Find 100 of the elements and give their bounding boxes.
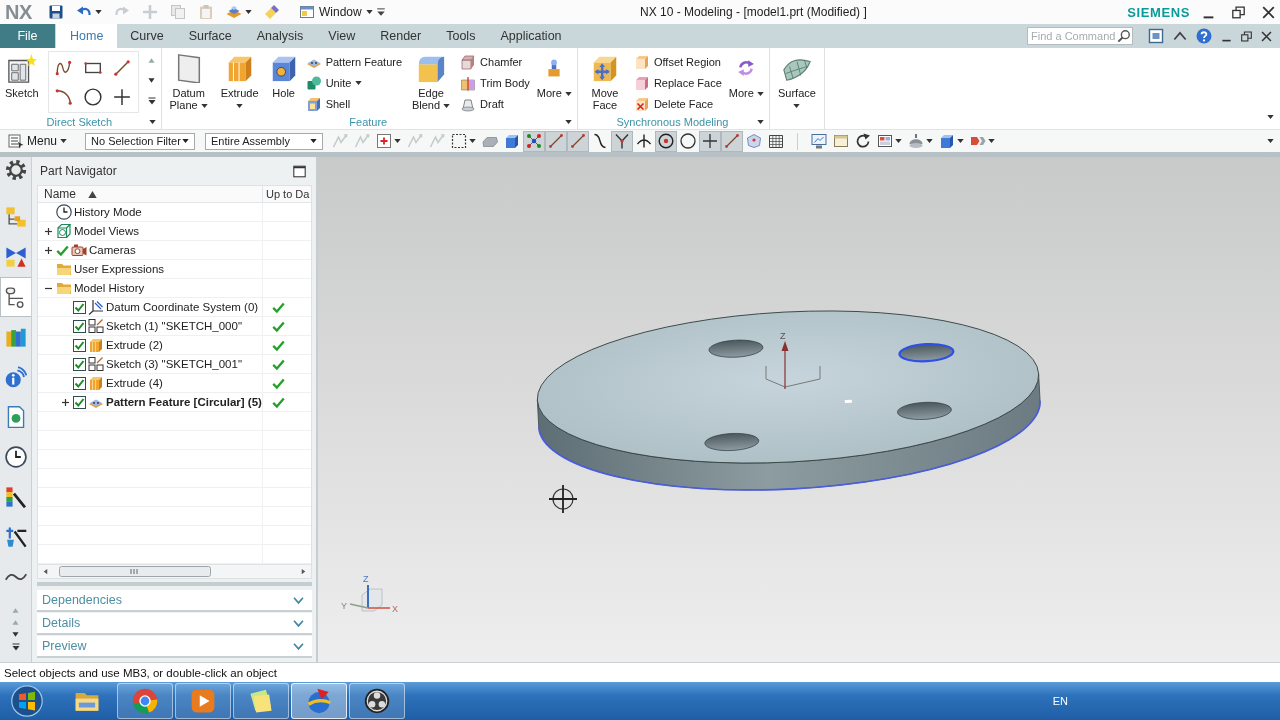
scroll-left-icon[interactable] (42, 568, 49, 575)
toolbar-button[interactable] (523, 130, 546, 152)
ribbon-button[interactable]: Chamfer (458, 52, 532, 72)
caret-icon[interactable] (1267, 139, 1274, 143)
window-icon[interactable] (1148, 28, 1164, 44)
scrollbar-thumb[interactable] (59, 566, 211, 577)
branch-icon (614, 133, 631, 149)
assembly-scope-dropdown[interactable]: Entire Assembly (205, 132, 324, 150)
checkbox[interactable] (73, 357, 86, 371)
ribbon-button[interactable]: Datum Plane (164, 51, 213, 111)
restore-icon[interactable] (1232, 5, 1245, 19)
collapsible-section[interactable]: Dependencies (37, 590, 312, 612)
resource-tab[interactable] (0, 277, 31, 317)
ribbon-button[interactable]: Hole (266, 51, 301, 99)
ribbon-button[interactable]: Extrude (215, 51, 264, 111)
restore-icon[interactable] (1241, 30, 1252, 42)
ribbon-button[interactable]: Shell (303, 94, 405, 114)
checkbox[interactable] (73, 300, 86, 314)
ribbon-button[interactable]: More (534, 51, 574, 99)
toolbar-button[interactable] (655, 130, 678, 152)
line-icon (548, 133, 565, 149)
selection-filter-dropdown[interactable]: No Selection Filter (85, 132, 196, 150)
ribbon-tab[interactable]: Curve (118, 24, 176, 48)
checkbox[interactable] (73, 376, 86, 390)
expand-icon[interactable] (44, 245, 53, 255)
panel-icon (833, 133, 850, 149)
window-menu[interactable]: Window (296, 1, 376, 23)
file-menu-button[interactable]: File (0, 24, 55, 48)
caret-icon[interactable] (756, 119, 764, 124)
tree-item[interactable]: History Mode (74, 206, 142, 218)
ribbon-button[interactable]: Unite (303, 73, 405, 93)
ribbon-button[interactable]: Edge Blend (407, 51, 456, 111)
ribbon-tab[interactable]: Home (56, 24, 118, 48)
collapsible-section[interactable]: Details (37, 613, 312, 635)
taskbar-button[interactable] (349, 683, 405, 719)
ribbon-button[interactable]: Replace Face (631, 73, 724, 93)
maximize-icon[interactable] (293, 164, 306, 178)
play-icon (190, 688, 216, 714)
caret-icon[interactable] (148, 77, 156, 84)
caret-icon[interactable] (564, 119, 572, 124)
checkbox[interactable] (73, 319, 86, 333)
column-header[interactable]: Name (44, 187, 76, 201)
caret-icon[interactable] (12, 631, 19, 638)
ribbon-tab[interactable]: Tools (434, 24, 488, 48)
ribbon-button[interactable]: Trim Body (458, 73, 532, 93)
scroll-right-icon[interactable] (300, 568, 307, 575)
close-icon[interactable] (1262, 5, 1275, 19)
expand-gallery-icon[interactable] (11, 643, 20, 651)
ribbon-button[interactable]: Pattern Feature (303, 52, 405, 72)
checkbox[interactable] (73, 395, 86, 409)
ribbon-tab[interactable]: Analysis (244, 24, 316, 48)
expand-icon[interactable] (61, 397, 70, 407)
tree-item[interactable]: Model Views (74, 225, 139, 237)
line-icon (570, 133, 587, 149)
ribbon-button[interactable]: Delete Face (631, 94, 724, 114)
ribbon-button[interactable]: Offset Region (631, 52, 724, 72)
circle-icon[interactable] (84, 87, 103, 106)
axis-label: Z (363, 574, 369, 584)
checkbox[interactable] (73, 338, 86, 352)
toolbar-button[interactable] (699, 130, 722, 152)
tree-item[interactable]: Extrude (4) (106, 377, 163, 389)
start-orb-icon (11, 685, 43, 717)
chevron-up-icon[interactable] (1173, 29, 1187, 43)
tree-item[interactable]: Extrude (2) (106, 339, 163, 351)
axis-label: Y (341, 601, 347, 611)
tree-item[interactable]: Sketch (3) "SKETCH_001" (106, 358, 242, 370)
ribbon-button[interactable]: Move Face (580, 51, 629, 111)
tree-item[interactable]: User Expressions (74, 263, 165, 275)
caret-icon[interactable] (1267, 115, 1274, 119)
line-icon[interactable] (113, 58, 132, 77)
close-icon[interactable] (1261, 30, 1272, 42)
expand-gallery-icon[interactable] (147, 96, 156, 105)
toolbar-button[interactable] (611, 130, 634, 152)
ribbon-button[interactable]: More (726, 51, 766, 99)
ribbon-button[interactable]: Surface (772, 51, 821, 111)
search-icon (1117, 29, 1131, 43)
tree-item[interactable]: Datum Coordinate System (0) (106, 301, 259, 313)
plus-icon[interactable] (113, 87, 132, 106)
language-indicator[interactable]: EN (1052, 695, 1068, 707)
collapsible-section[interactable]: Preview (37, 636, 312, 658)
tree-item[interactable]: Sketch (1) "SKETCH_000" (106, 320, 242, 332)
arc-icon[interactable] (55, 87, 74, 106)
customize-icon[interactable] (375, 7, 386, 17)
ribbon-tab[interactable]: Application (488, 24, 574, 48)
tree-item[interactable]: Pattern Feature [Circular] (5) (106, 396, 262, 408)
help-icon[interactable] (1196, 28, 1212, 44)
ribbon-tab[interactable]: Render (368, 24, 434, 48)
tree-item[interactable]: Model History (74, 282, 145, 294)
caret-icon[interactable] (148, 119, 156, 124)
notes-icon (248, 688, 274, 714)
command-search-field[interactable]: Find a Command (1027, 27, 1133, 45)
tree-item[interactable]: Cameras (89, 244, 136, 256)
ribbon-tab[interactable]: View (316, 24, 368, 48)
spline-icon[interactable] (55, 58, 74, 77)
ribbon-tab[interactable]: Surface (176, 24, 244, 48)
ribbon-button[interactable]: Draft (458, 94, 532, 114)
column-header[interactable]: Up to Da (266, 188, 310, 200)
ribbon-button[interactable]: Sketch (3, 51, 41, 99)
expand-icon[interactable] (44, 226, 53, 236)
menu-button[interactable]: Menu (6, 131, 70, 151)
